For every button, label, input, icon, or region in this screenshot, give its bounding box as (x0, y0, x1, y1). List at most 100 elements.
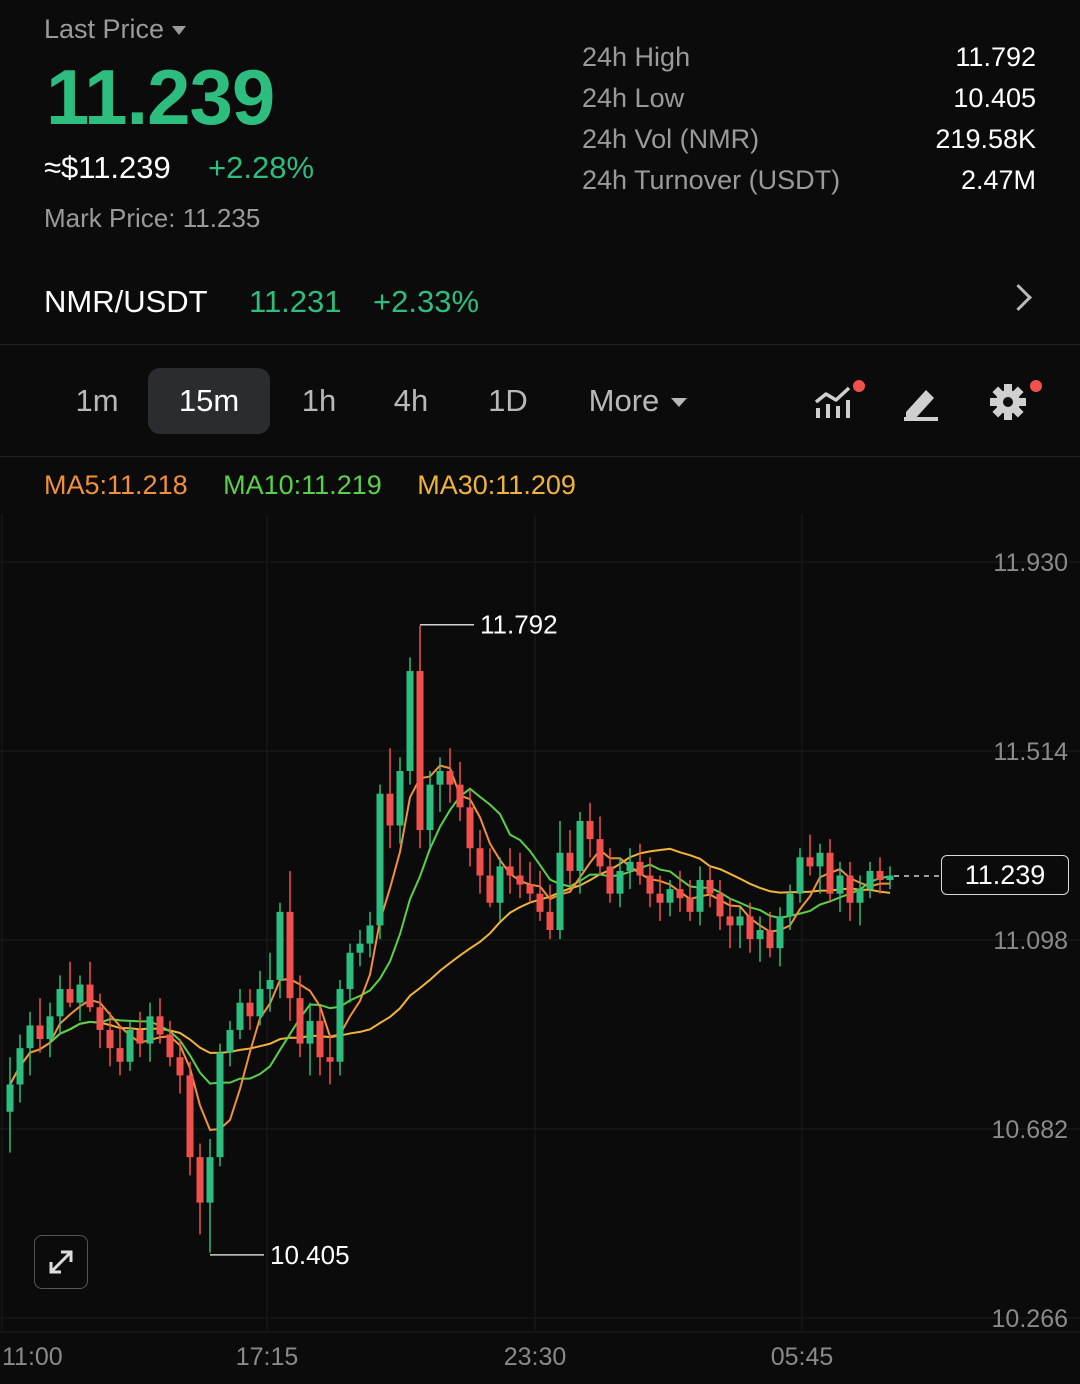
candle-body (456, 784, 464, 808)
candle-body (226, 1029, 234, 1053)
y-tick-label: 10.266 (992, 1305, 1068, 1333)
x-tick-label: 23:30 (504, 1343, 567, 1371)
candle-body (746, 916, 754, 940)
usd-price: ≈$11.239 (44, 150, 171, 185)
candle (336, 979, 344, 1076)
candle (176, 1039, 184, 1094)
timeframe-1m[interactable]: 1m (60, 368, 134, 434)
draw-pen-icon[interactable] (900, 382, 944, 422)
candle-body (536, 893, 544, 912)
candle (46, 1002, 54, 1058)
candle-body (206, 1157, 214, 1203)
candle-body (776, 916, 784, 949)
candle (766, 911, 774, 958)
candle (816, 843, 824, 894)
low-marker-label: 10.405 (270, 1240, 350, 1270)
candle-body (366, 925, 374, 944)
pair-row[interactable]: NMR/USDT 11.231 +2.33% (0, 262, 1080, 345)
candle (426, 770, 434, 849)
candle (496, 857, 504, 921)
candle (596, 816, 604, 876)
x-tick-label: 11:00 (2, 1343, 63, 1371)
candle-body (436, 770, 444, 785)
candle (886, 866, 894, 890)
price-change-percent: +2.28% (208, 150, 315, 185)
candle (586, 802, 594, 858)
chart-indicator-icon[interactable] (813, 380, 865, 422)
timeframe-more-dropdown[interactable]: More (572, 368, 704, 434)
candle (296, 975, 304, 1058)
candle-body (136, 1029, 144, 1044)
candlestick-chart[interactable]: 11.792 10.405 11.930 11.514 11.098 10.682 10.… (0, 456, 1080, 1384)
timeframe-1d[interactable]: 1D (472, 368, 544, 434)
pair-name: NMR/USDT (44, 284, 208, 319)
candle-body (636, 861, 644, 876)
candle (546, 884, 554, 940)
candle-body (596, 839, 604, 867)
candle-body (326, 1057, 334, 1062)
candle (256, 970, 264, 1026)
candle (826, 839, 834, 903)
candle (556, 820, 564, 940)
candle (776, 907, 784, 967)
candle-body (396, 770, 404, 826)
stat-low-label: 24h Low (582, 83, 685, 113)
candle (706, 866, 714, 908)
high-marker-label: 11.792 (480, 610, 558, 640)
chevron-right-icon[interactable] (1005, 284, 1032, 311)
candle (356, 930, 364, 967)
candle (6, 1057, 14, 1153)
candle (716, 880, 724, 931)
expand-chart-button[interactable] (34, 1235, 88, 1289)
pair-price: 11.231 (249, 284, 342, 319)
more-label: More (588, 383, 660, 418)
last-price-dropdown[interactable]: Last Price (44, 14, 187, 45)
x-tick-label: 05:45 (771, 1343, 834, 1371)
candle (216, 1043, 224, 1167)
candle-body (186, 1075, 194, 1158)
settings-gear-icon[interactable] (988, 380, 1042, 422)
stat-low-value: 10.405 (953, 83, 1036, 113)
expand-icon (49, 1250, 73, 1274)
candle (476, 830, 484, 894)
moving-average-lines (9, 764, 891, 1131)
candle (226, 1020, 234, 1067)
candle-body (796, 857, 804, 894)
candle-body (486, 875, 494, 903)
candle (866, 861, 874, 899)
stat-volume-label: 24h Vol (NMR) (582, 124, 760, 154)
candle-body (16, 1048, 24, 1085)
candle-body (626, 861, 634, 871)
timeframe-1h[interactable]: 1h (284, 368, 354, 434)
candle-body (36, 1025, 44, 1040)
candles (6, 625, 940, 1253)
candle (506, 848, 514, 894)
candle (66, 961, 74, 1008)
candle-body (146, 1016, 154, 1044)
candle (486, 848, 494, 908)
timeframe-4h[interactable]: 4h (376, 368, 446, 434)
ma-legend: MA5:11.218 MA10:11.219 MA30:11.209 (44, 470, 604, 501)
candle (566, 830, 574, 885)
timeframe-15m[interactable]: 15m (148, 368, 270, 434)
candle-body (866, 870, 874, 890)
candle-body (376, 793, 384, 926)
candle-body (156, 1016, 164, 1035)
candle-body (276, 911, 284, 980)
candle (286, 870, 294, 1021)
stat-turnover-value: 2.47M (960, 165, 1036, 195)
candle-body (196, 1157, 204, 1203)
candle-body (806, 857, 814, 867)
candle (246, 989, 254, 1030)
candle-body (66, 989, 74, 1003)
mark-price-value: 11.235 (182, 203, 261, 233)
candle-body (476, 848, 484, 876)
candle-body (106, 1029, 114, 1049)
caret-down-icon (671, 398, 688, 408)
y-tick-label: 11.098 (993, 927, 1068, 955)
candle (416, 625, 424, 849)
candle-body (656, 893, 664, 903)
candle-body (616, 870, 624, 894)
candle (466, 789, 474, 867)
candle-body (696, 880, 704, 912)
